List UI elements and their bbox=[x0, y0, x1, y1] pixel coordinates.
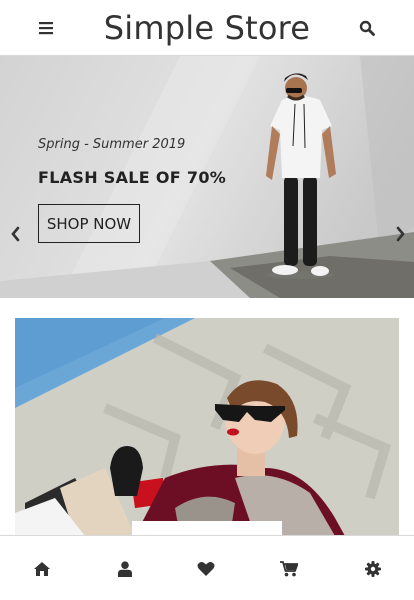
product-card[interactable] bbox=[15, 318, 399, 536]
search-button[interactable] bbox=[352, 13, 382, 43]
store-app: Simple Store Spring - Summer 2019 FLASH … bbox=[0, 0, 414, 600]
top-header: Simple Store bbox=[0, 0, 414, 56]
shop-now-button[interactable]: SHOP NOW bbox=[38, 204, 140, 243]
hero-title: FLASH SALE OF 70% bbox=[38, 168, 227, 187]
store-title[interactable]: Simple Store bbox=[90, 6, 324, 50]
chevron-right-icon bbox=[396, 226, 405, 242]
nav-cart[interactable] bbox=[272, 554, 306, 584]
home-icon bbox=[34, 562, 50, 576]
hero-subtitle: Spring - Summer 2019 bbox=[38, 137, 186, 152]
menu-button[interactable] bbox=[31, 13, 61, 43]
heart-icon bbox=[197, 562, 215, 576]
gear-icon bbox=[365, 561, 381, 577]
slider-next-button[interactable] bbox=[391, 220, 411, 248]
nav-wishlist[interactable] bbox=[189, 554, 223, 584]
nav-home[interactable] bbox=[25, 554, 59, 584]
product-image bbox=[15, 318, 399, 536]
slider-prev-button[interactable] bbox=[5, 220, 25, 248]
nav-settings[interactable] bbox=[356, 554, 390, 584]
nav-account[interactable] bbox=[108, 554, 142, 584]
bottom-navigation bbox=[0, 535, 414, 600]
chevron-left-icon bbox=[11, 226, 20, 242]
hamburger-menu-icon bbox=[39, 22, 53, 35]
product-label-panel bbox=[132, 521, 282, 536]
user-icon bbox=[118, 561, 132, 577]
cart-icon bbox=[280, 561, 298, 577]
search-icon bbox=[359, 20, 375, 36]
